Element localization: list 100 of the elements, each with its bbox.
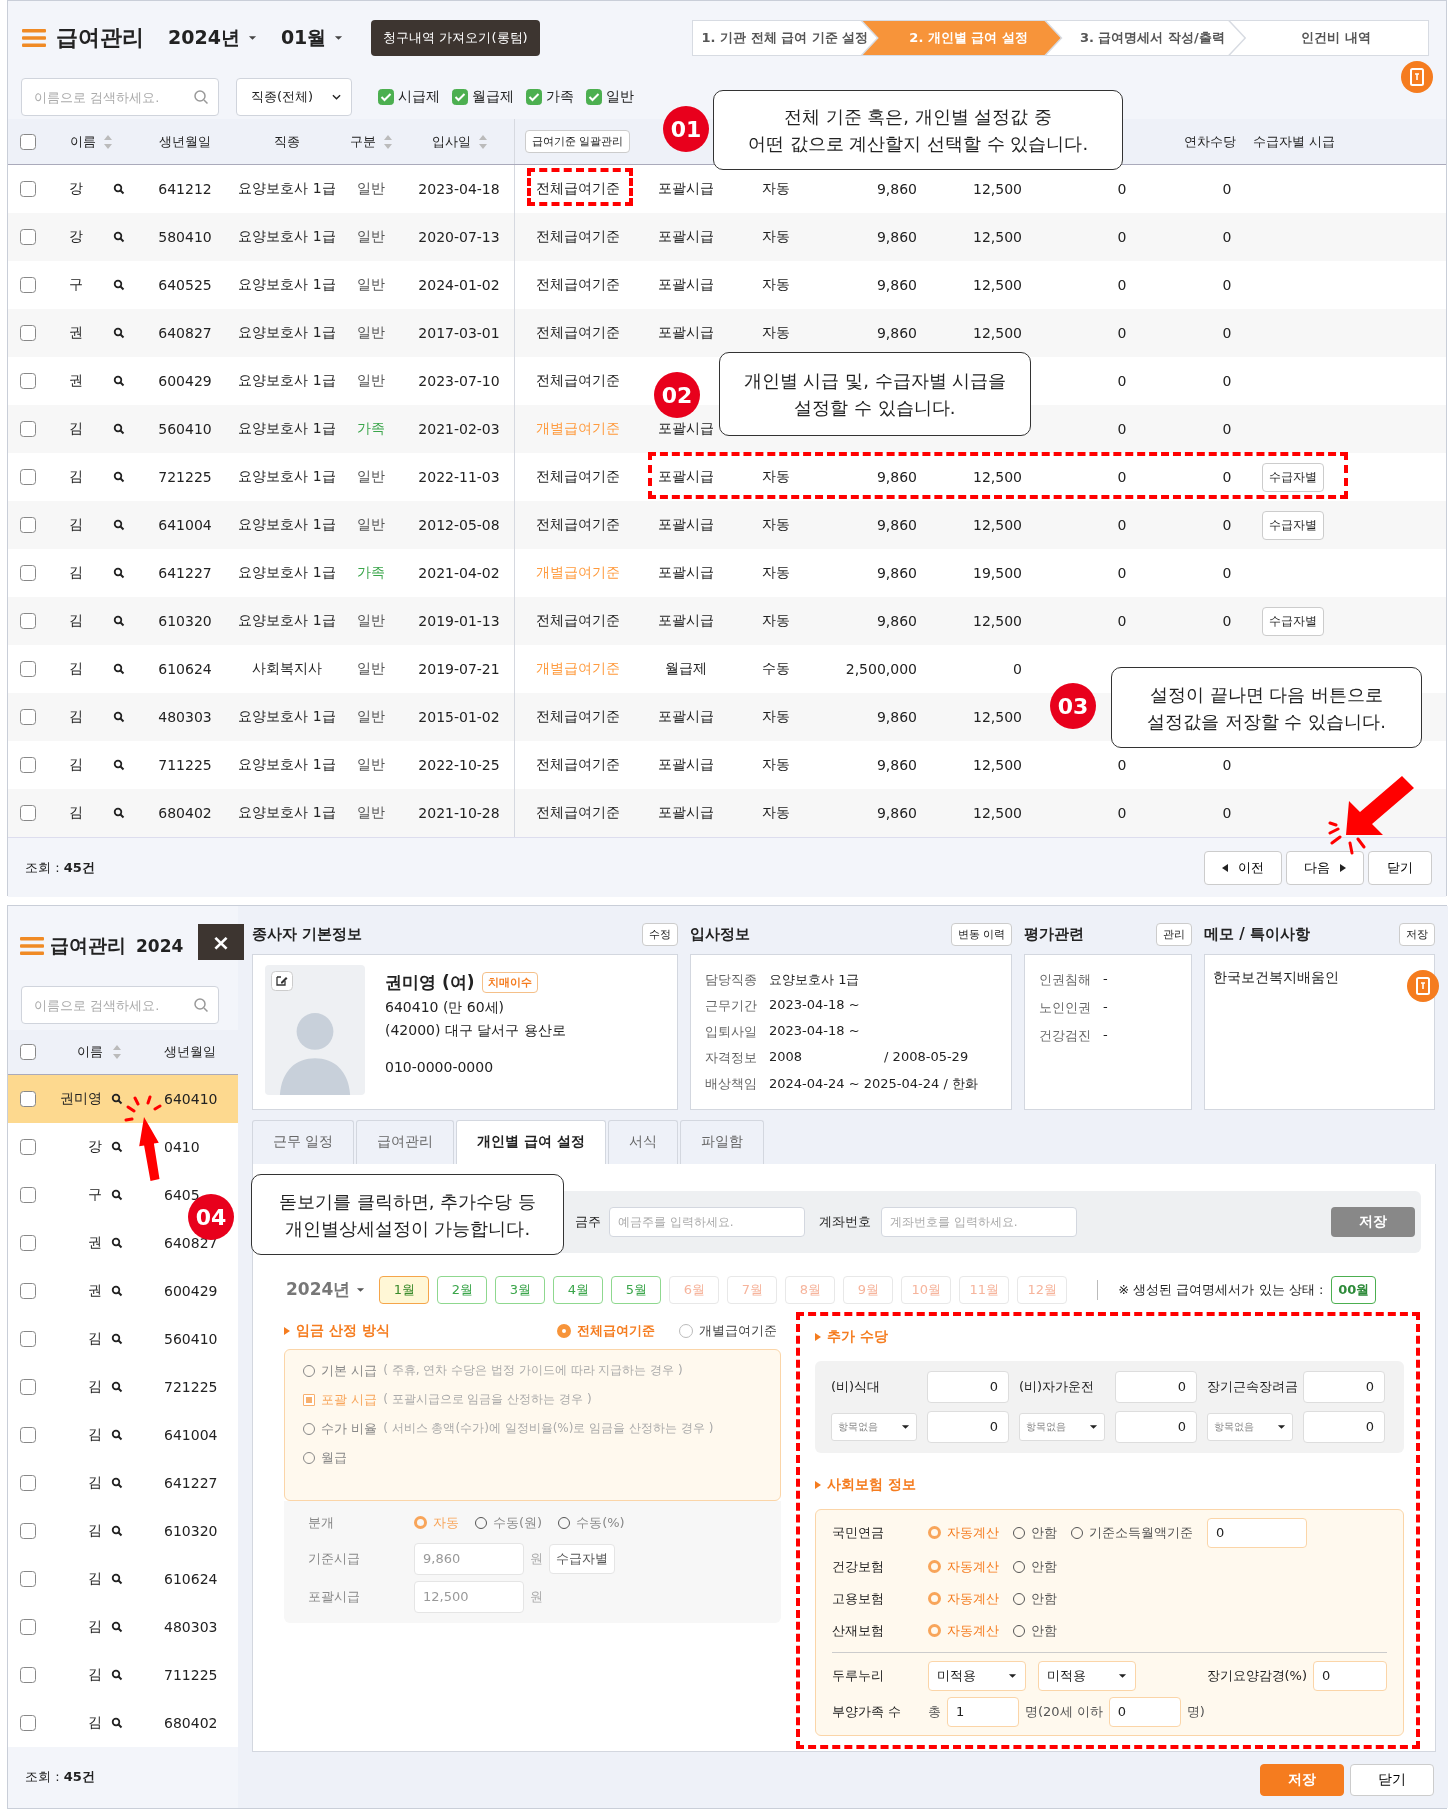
table-cell: 일반 [357,804,385,822]
table-cell: 0 [1013,661,1022,677]
table-cell: 요양보호사 1급 [238,372,336,390]
table-cell: 김 [69,804,83,822]
employee-name: 권 [88,1234,102,1252]
table-cell: 640525 [158,277,212,293]
table-cell: 포괄시급 [658,708,714,726]
table-cell: 0 [1117,325,1127,341]
table-cell: 0 [1117,181,1127,197]
radio-label: 안함 [1031,1621,1057,1640]
birth-date: 640410 [164,1091,218,1107]
employee-name: 김 [88,1618,102,1636]
table-cell: 12,500 [973,613,1022,629]
filter-label: 일반 [606,88,634,106]
table-cell: 2022-11-03 [418,469,500,485]
radio-label: 개별급여기준 [699,1321,777,1340]
option-label: 포괄 시급 [321,1390,378,1409]
birth-date: 480303 [164,1619,218,1635]
column-header: 입사일 [431,132,471,151]
table-cell: 전체급여기준 [535,468,620,486]
option-note: ( 포괄시급으로 임금을 산정하는 경우 ) [383,1391,592,1409]
option-label: 월급 [321,1448,347,1467]
table-cell: 12,500 [973,757,1022,773]
birth-date: 711225 [164,1667,218,1683]
table-cell: 자동 [762,804,790,822]
table-cell: 0 [1222,805,1232,821]
table-cell: 요양보호사 1급 [238,756,336,774]
radio-label: 수동(%) [576,1513,625,1532]
status-label: ※ 생성된 급여명세서가 있는 상태 : [1118,1280,1324,1299]
employee-name: 구 [88,1186,102,1204]
phone-number: 010-0000-0000 [385,1059,495,1075]
employee-name: 강 [88,1138,102,1156]
table-cell: 일반 [357,324,385,342]
table-cell: 9,860 [876,757,917,773]
column-header: 생년월일 [159,132,211,151]
table-cell: 2019-07-21 [418,661,500,677]
table-cell: 일반 [357,180,385,198]
field-label: (비)자가운전 [1019,1377,1096,1396]
table-cell: 0 [1117,421,1127,437]
birth-date: 641004 [164,1427,218,1443]
radio-label: 수동(원) [493,1513,543,1532]
employee-name: 권미영 [60,1090,102,1108]
field-value: - [1103,1027,1108,1044]
table-cell: 자동 [762,468,790,486]
table-cell: 전체급여기준 [535,612,620,630]
table-cell: 포괄시급 [658,804,714,822]
table-cell: 전체급여기준 [535,228,620,246]
callout-tooltip: 개인별 시급 및, 수급자별 시급을 설정할 수 있습니다. [719,352,1031,436]
table-cell: 일반 [357,516,385,534]
table-cell: 721225 [158,469,212,485]
table-cell: 자동 [762,708,790,726]
table-cell: 600429 [158,373,212,389]
table-cell: 전체급여기준 [535,180,620,198]
table-cell: 12,500 [973,229,1022,245]
year-label: 2024 [136,936,184,956]
table-cell: 0 [1222,469,1232,485]
table-cell: 일반 [357,276,385,294]
birth-date: 721225 [164,1379,218,1395]
table-cell: 641212 [158,181,212,197]
birth-date: 560410 [164,1331,218,1347]
table-cell: 일반 [357,228,385,246]
table-cell: 요양보호사 1급 [238,180,336,198]
table-cell: 9,860 [876,277,917,293]
field-label: 기준시급 [308,1549,361,1568]
field-label: 두루누리 [832,1666,885,1685]
column-header: 구분 [350,132,376,151]
table-cell: 0 [1222,757,1232,773]
table-cell: 0 [1117,517,1127,533]
radio-label: 전체급여기준 [577,1321,655,1340]
table-cell: 일반 [357,708,385,726]
table-cell: 권 [69,324,83,342]
field-label: 포괄시급 [308,1587,361,1606]
table-cell: 2021-10-28 [418,805,500,821]
table-cell: 2024-01-02 [418,277,500,293]
table-cell: 개별급여기준 [535,660,620,678]
table-cell: 강 [69,228,83,246]
table-cell: 610624 [158,661,212,677]
radio-label: 자동 [433,1513,459,1532]
field-value: 2023-04-18 ~ [769,1023,860,1040]
field-value: 2023-04-18 ~ [769,997,860,1014]
field-label: 분개 [308,1513,335,1532]
table-cell: 0 [1117,277,1127,293]
table-cell: 2022-10-25 [418,757,500,773]
table-cell: 0 [1222,325,1232,341]
table-cell: 0 [1222,613,1232,629]
callout-tooltip: 돋보기를 클릭하면, 추가수당 등 개인별상세설정이 가능합니다. [251,1174,564,1255]
field-label: 근무기간 [705,997,757,1015]
table-cell: 2020-07-13 [418,229,500,245]
table-cell: 2023-04-18 [418,181,500,197]
table-cell: 0 [1117,565,1127,581]
table-cell: 0 [1117,469,1127,485]
table-cell: 자동 [762,180,790,198]
table-cell: 12,500 [973,181,1022,197]
field-label: 계좌번호 [819,1212,871,1231]
radio-label: 안함 [1031,1557,1057,1576]
table-cell: 요양보호사 1급 [238,468,336,486]
table-cell: 641004 [158,517,212,533]
field-label: 명) [1186,1702,1205,1721]
table-cell: 0 [1222,277,1232,293]
employee-name: 김 [88,1714,102,1732]
